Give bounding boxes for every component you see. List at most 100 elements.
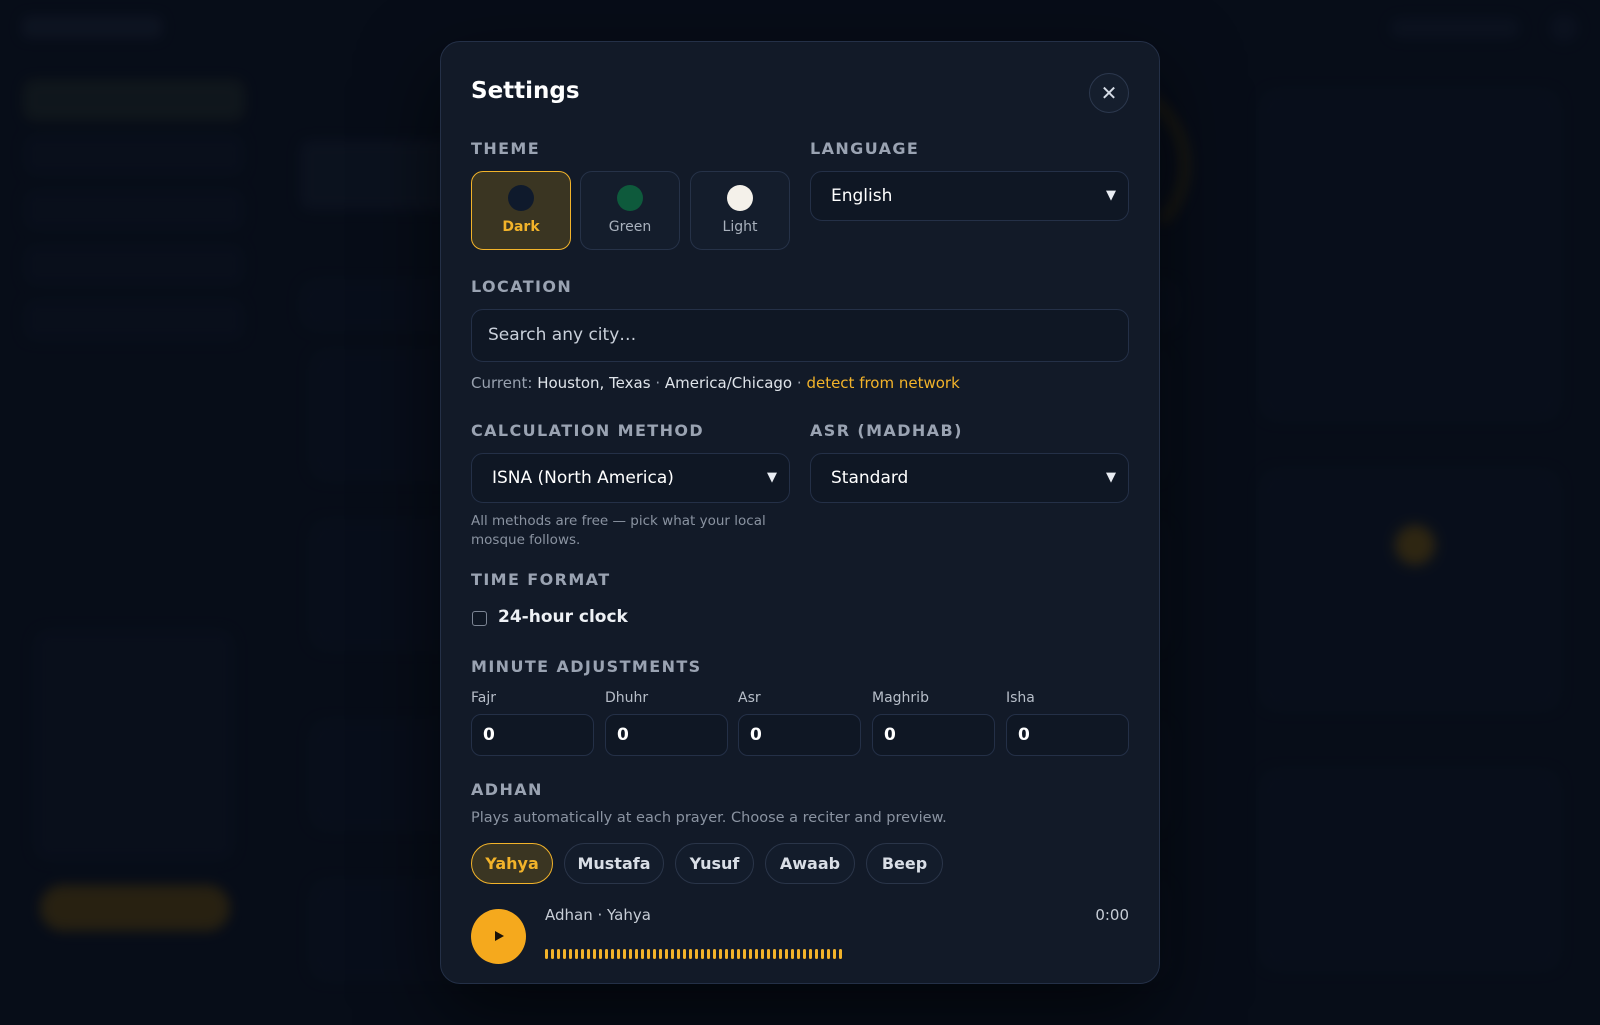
theme-option-green[interactable]: Green bbox=[580, 171, 680, 250]
isha-adjustment-input[interactable]: 0 bbox=[1006, 714, 1129, 756]
dark-swatch-icon bbox=[508, 185, 534, 211]
asr-label: ASR (MADHAB) bbox=[810, 421, 963, 440]
waveform-bar bbox=[647, 949, 650, 959]
language-select[interactable]: English ▼ bbox=[810, 171, 1129, 221]
waveform-bar bbox=[713, 949, 716, 959]
current-location: Current: Houston, Texas · America/Chicag… bbox=[471, 374, 960, 392]
waveform-bar bbox=[797, 949, 800, 959]
waveform-bar bbox=[809, 949, 812, 959]
dhuhr-label: Dhuhr bbox=[605, 690, 649, 706]
theme-option-label: Light bbox=[722, 219, 758, 235]
theme-option-label: Dark bbox=[502, 219, 540, 235]
maghrib-label: Maghrib bbox=[872, 690, 929, 706]
waveform-bar bbox=[767, 949, 770, 959]
adhan-track-title: Adhan · Yahya bbox=[545, 906, 651, 924]
waveform-bar bbox=[611, 949, 614, 959]
reciter-chip-beep[interactable]: Beep bbox=[866, 843, 943, 884]
adhan-waveform[interactable] bbox=[545, 949, 845, 959]
waveform-bar bbox=[719, 949, 722, 959]
waveform-bar bbox=[557, 949, 560, 959]
waveform-bar bbox=[683, 949, 686, 959]
waveform-bar bbox=[833, 949, 836, 959]
reciter-chip-yusuf[interactable]: Yusuf bbox=[675, 843, 754, 884]
language-selected-value: English bbox=[831, 186, 893, 206]
waveform-bar bbox=[569, 949, 572, 959]
minute-adjustments-label: MINUTE ADJUSTMENTS bbox=[471, 657, 702, 676]
dhuhr-adjustment-input[interactable]: 0 bbox=[605, 714, 728, 756]
waveform-bar bbox=[677, 949, 680, 959]
waveform-bar bbox=[743, 949, 746, 959]
waveform-bar bbox=[659, 949, 662, 959]
waveform-bar bbox=[731, 949, 734, 959]
waveform-bar bbox=[641, 949, 644, 959]
waveform-bar bbox=[617, 949, 620, 959]
theme-option-dark[interactable]: Dark bbox=[471, 171, 571, 250]
waveform-bar bbox=[593, 949, 596, 959]
waveform-bar bbox=[755, 949, 758, 959]
waveform-bar bbox=[695, 949, 698, 959]
24-hour-label[interactable]: 24-hour clock bbox=[498, 607, 628, 627]
waveform-bar bbox=[785, 949, 788, 959]
waveform-bar bbox=[599, 949, 602, 959]
close-icon: ✕ bbox=[1100, 81, 1118, 105]
reciter-chip-yahya[interactable]: Yahya bbox=[471, 843, 553, 884]
asr-selected-value: Standard bbox=[831, 468, 909, 488]
waveform-bar bbox=[635, 949, 638, 959]
waveform-bar bbox=[545, 949, 548, 959]
chevron-down-icon: ▼ bbox=[767, 470, 777, 485]
separator: · bbox=[796, 374, 802, 392]
calculation-method-value: ISNA (North America) bbox=[492, 468, 674, 488]
waveform-bar bbox=[839, 949, 842, 959]
current-prefix: Current: bbox=[471, 374, 533, 392]
theme-option-light[interactable]: Light bbox=[690, 171, 790, 250]
chevron-down-icon: ▼ bbox=[1106, 470, 1116, 485]
waveform-bar bbox=[689, 949, 692, 959]
asr-adjustment-input[interactable]: 0 bbox=[738, 714, 861, 756]
24-hour-checkbox[interactable] bbox=[472, 611, 487, 626]
play-icon bbox=[495, 931, 504, 941]
maghrib-adjustment-input[interactable]: 0 bbox=[872, 714, 995, 756]
waveform-bar bbox=[587, 949, 590, 959]
waveform-bar bbox=[791, 949, 794, 959]
current-timezone: America/Chicago bbox=[664, 374, 793, 392]
theme-label: THEME bbox=[471, 139, 541, 158]
asr-adjustment-label: Asr bbox=[738, 690, 761, 706]
theme-option-label: Green bbox=[608, 219, 652, 235]
location-label: LOCATION bbox=[471, 277, 573, 296]
waveform-bar bbox=[563, 949, 566, 959]
play-button[interactable] bbox=[471, 909, 526, 964]
current-city: Houston, Texas bbox=[537, 374, 651, 392]
city-search-placeholder: Search any city… bbox=[488, 325, 637, 345]
fajr-adjustment-input[interactable]: 0 bbox=[471, 714, 594, 756]
detect-from-network-link[interactable]: detect from network bbox=[806, 374, 959, 392]
close-button[interactable]: ✕ bbox=[1089, 73, 1129, 113]
waveform-bar bbox=[827, 949, 830, 959]
separator: · bbox=[655, 374, 661, 392]
waveform-bar bbox=[575, 949, 578, 959]
waveform-bar bbox=[779, 949, 782, 959]
calculation-method-select[interactable]: ISNA (North America) ▼ bbox=[471, 453, 790, 503]
adhan-label: ADHAN bbox=[471, 780, 543, 799]
asr-select[interactable]: Standard ▼ bbox=[810, 453, 1129, 503]
waveform-bar bbox=[761, 949, 764, 959]
reciter-chip-awaab[interactable]: Awaab bbox=[765, 843, 855, 884]
waveform-bar bbox=[803, 949, 806, 959]
waveform-bar bbox=[623, 949, 626, 959]
settings-modal: Settings ✕ THEME Dark Green Light LANGUA… bbox=[440, 41, 1160, 984]
city-search-input[interactable]: Search any city… bbox=[471, 309, 1129, 362]
waveform-bar bbox=[701, 949, 704, 959]
waveform-bar bbox=[821, 949, 824, 959]
isha-label: Isha bbox=[1006, 690, 1035, 706]
adhan-track-time: 0:00 bbox=[1095, 906, 1129, 924]
modal-title: Settings bbox=[471, 78, 580, 104]
waveform-bar bbox=[629, 949, 632, 959]
reciter-chip-mustafa[interactable]: Mustafa bbox=[564, 843, 664, 884]
waveform-bar bbox=[707, 949, 710, 959]
waveform-bar bbox=[605, 949, 608, 959]
waveform-bar bbox=[581, 949, 584, 959]
light-swatch-icon bbox=[727, 185, 753, 211]
waveform-bar bbox=[725, 949, 728, 959]
language-label: LANGUAGE bbox=[810, 139, 920, 158]
calculation-method-label: CALCULATION METHOD bbox=[471, 421, 705, 440]
adhan-description: Plays automatically at each prayer. Choo… bbox=[471, 810, 947, 826]
